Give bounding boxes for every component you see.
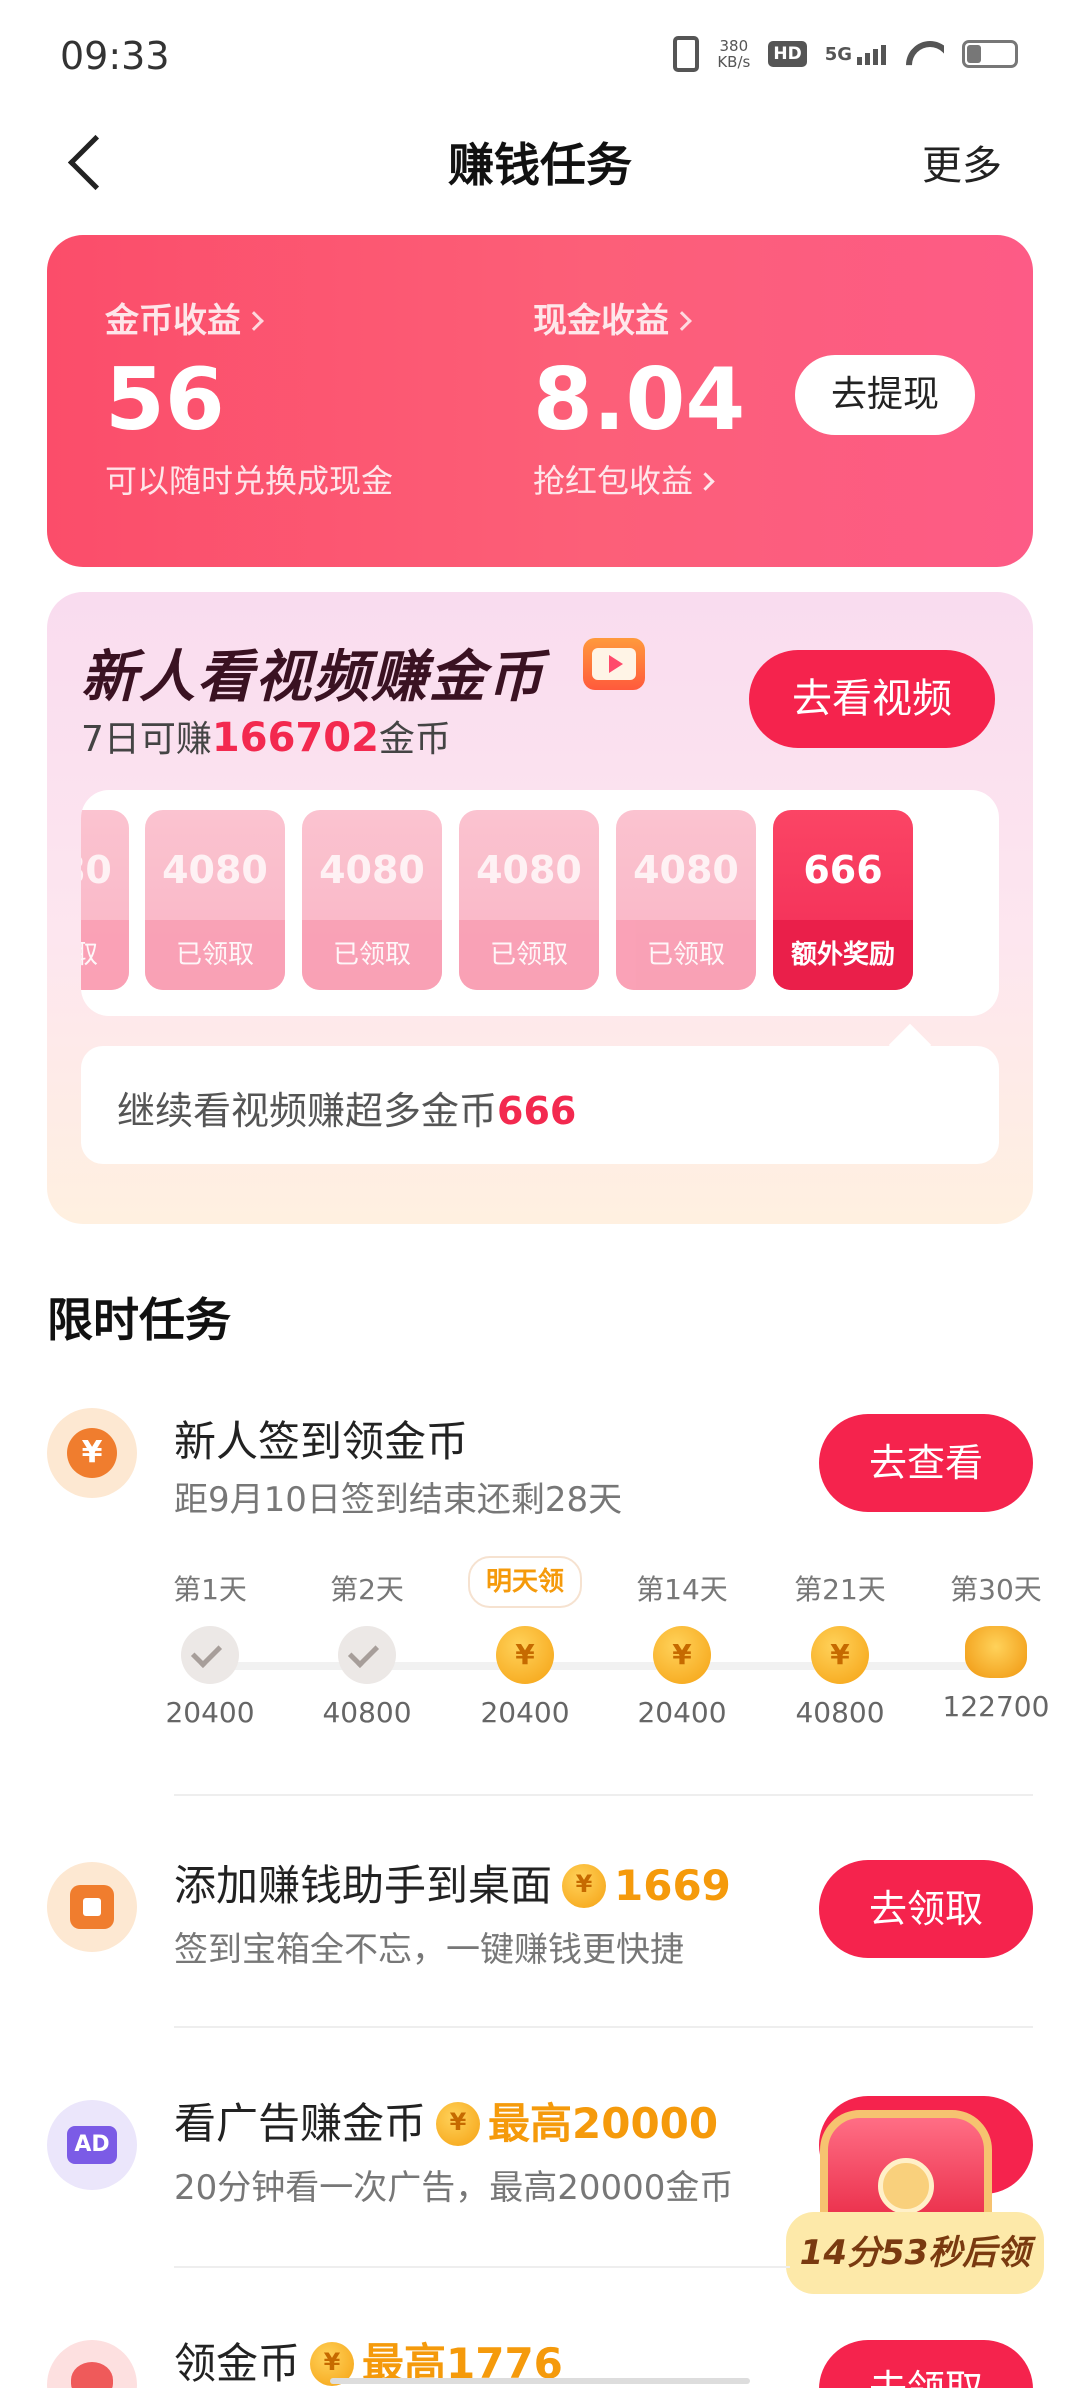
coin-icon [562, 1863, 607, 1908]
earnings-card: 金币收益 56 可以随时兑换成现金 现金收益 8.04 抢红包收益 去提现 [47, 235, 1033, 567]
check-icon [181, 1626, 239, 1684]
ad-task-subtitle: 20分钟看一次广告，最高20000金币 [174, 2168, 734, 2208]
add-helper-task-icon [47, 1862, 137, 1952]
divider [174, 2266, 790, 2268]
reward-strip[interactable]: 4080 已领取 4080 已领取 4080 已领取 4080 已领取 4080… [81, 790, 999, 1016]
battery-icon [962, 40, 1018, 68]
timeline-day: 第2天 40800 [322, 1573, 412, 1729]
network-type: 5G [824, 43, 852, 65]
cash-earnings[interactable]: 现金收益 8.04 抢红包收益 [533, 293, 745, 502]
coin-earnings-label[interactable]: 金币收益 [105, 293, 393, 342]
red-packet-earnings-link[interactable]: 抢红包收益 [533, 456, 745, 502]
signal-icon: 5G [825, 44, 886, 65]
more-button[interactable]: 更多 [922, 133, 1002, 191]
check-icon [338, 1626, 396, 1684]
speed-unit: KB/s [717, 53, 751, 71]
page-title: 赚钱任务 [448, 138, 632, 192]
chest-countdown[interactable]: 14分53秒后领 [786, 2212, 1044, 2294]
status-icons: 380 KB/s HD 5G [673, 36, 1018, 72]
divider [174, 1794, 1033, 1796]
app-widget-icon [70, 1885, 114, 1929]
video-task-subtitle: 7日可赚166702金币 [81, 715, 451, 761]
network-speed: 380 KB/s [717, 38, 750, 70]
coins-task-icon [47, 2340, 137, 2388]
video-task-card: 新人看视频赚金币 7日可赚166702金币 去看视频 4080 已领取 4080… [47, 592, 1033, 1224]
coin-earnings-note: 可以随时兑换成现金 [105, 462, 394, 500]
wifi-icon [904, 39, 944, 69]
video-task-title: 新人看视频赚金币 [81, 645, 545, 710]
reward-item: 4080 已领取 [81, 810, 129, 990]
tv-play-icon [583, 638, 645, 690]
coin-earnings-value: 56 [105, 350, 225, 450]
coin-icon [653, 1626, 711, 1684]
divider [174, 2026, 1033, 2028]
chevron-right-icon [244, 311, 264, 331]
limited-tasks-heading: 限时任务 [47, 1293, 231, 1347]
withdraw-button[interactable]: 去提现 [795, 355, 975, 435]
tomorrow-tag: 明天领 [467, 1556, 583, 1608]
coin-icon [496, 1626, 554, 1684]
claim-helper-button[interactable]: 去领取 [819, 1860, 1033, 1958]
timeline-day: 第1天 20400 [165, 1573, 255, 1729]
coin-icon [811, 1626, 869, 1684]
coin-icon [436, 2101, 481, 2146]
add-helper-task-title: 添加赚钱助手到桌面1669 [174, 1852, 731, 1914]
claim-coins-button[interactable]: 去领取 [819, 2340, 1033, 2388]
yuan-coin-icon: ¥ [67, 1428, 117, 1478]
nav-bar: 赚钱任务 更多 [0, 115, 1080, 205]
ad-task-icon: AD [47, 2100, 137, 2190]
chevron-right-icon [672, 311, 692, 331]
cash-earnings-label[interactable]: 现金收益 [533, 293, 745, 342]
watch-video-button[interactable]: 去看视频 [749, 650, 995, 748]
bonus-reward-item: 666 额外奖励 [773, 810, 913, 990]
signin-task-title: 新人签到领金币 [174, 1417, 469, 1466]
video-tip-box: 继续看视频赚超多金币666 [81, 1046, 999, 1164]
chest-lock-icon [878, 2158, 934, 2214]
status-bar: 09:33 380 KB/s HD 5G [0, 0, 1080, 110]
timeline-day: 第30天 122700 [942, 1573, 1050, 1723]
coin-earnings[interactable]: 金币收益 56 可以随时兑换成现金 [105, 293, 393, 502]
timeline-day: 第14天 20400 [622, 1570, 742, 1729]
timeline-day: 明天领 20400 [465, 1556, 585, 1729]
speed-value: 380 [719, 37, 749, 55]
reward-item: 4080 已领取 [616, 810, 756, 990]
ad-icon: AD [67, 2126, 117, 2164]
signin-task-subtitle: 距9月10日签到结束还剩28天 [174, 1480, 623, 1520]
piggy-bank-icon [71, 2362, 113, 2388]
reward-item: 4080 已领取 [145, 810, 285, 990]
ad-task-title: 看广告赚金币最高20000 [174, 2090, 718, 2152]
vibrate-icon [673, 36, 700, 72]
signin-task-icon: ¥ [47, 1408, 137, 1498]
status-time: 09:33 [60, 34, 170, 78]
reward-item: 4080 已领取 [302, 810, 442, 990]
signin-timeline: 第1天 20400 第2天 40800 明天领 20400 第14天 20400… [150, 1556, 1070, 1740]
hd-icon: HD [768, 41, 807, 67]
cash-earnings-value: 8.04 [533, 350, 746, 450]
chevron-right-icon [696, 472, 715, 491]
view-signin-button[interactable]: 去查看 [819, 1414, 1033, 1512]
reward-item: 4080 已领取 [459, 810, 599, 990]
home-indicator [330, 2378, 750, 2384]
timeline-day: 第21天 40800 [780, 1570, 900, 1729]
add-helper-task-subtitle: 签到宝箱全不忘，一键赚钱更快捷 [174, 1930, 684, 1970]
video-tip-text: 继续看视频赚超多金币666 [117, 1089, 577, 1133]
coin-stack-icon [965, 1626, 1027, 1678]
